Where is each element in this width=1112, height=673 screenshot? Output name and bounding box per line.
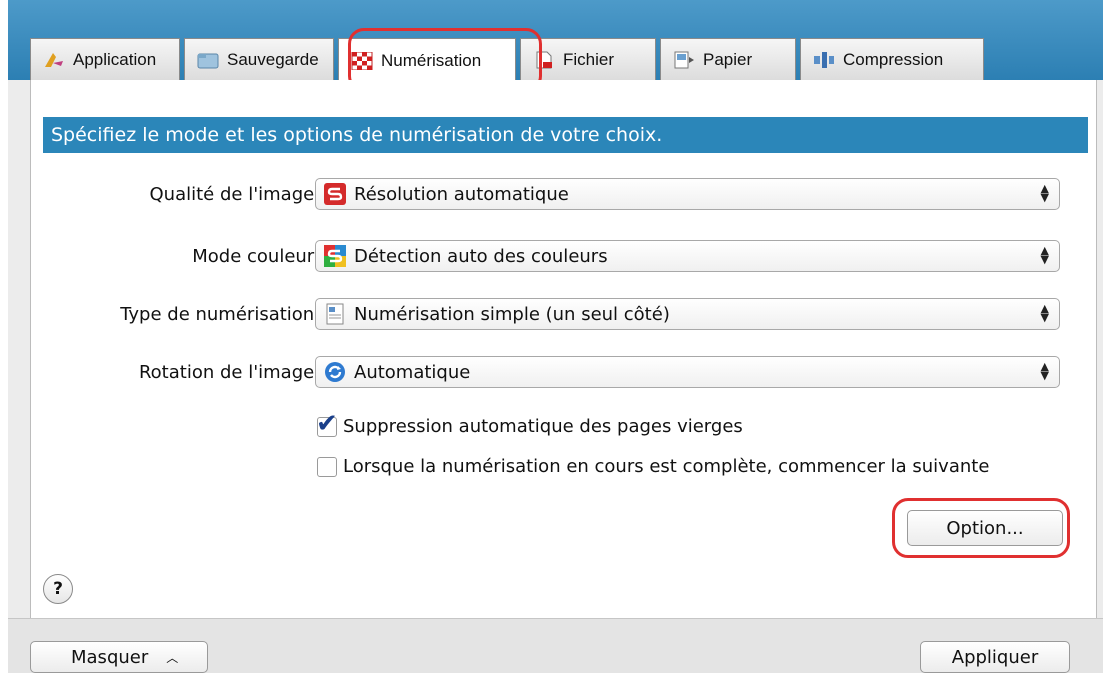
color-row: Mode couleur : Détection auto des couleu… xyxy=(31,240,1096,274)
continue-scan-checkbox[interactable] xyxy=(317,456,337,477)
quality-row: Qualité de l'image : Résolution automati… xyxy=(31,178,1096,212)
help-button[interactable]: ? xyxy=(43,574,73,604)
instruction-banner: Spécifiez le mode et les options de numé… xyxy=(43,117,1088,153)
single-side-icon xyxy=(326,303,344,325)
tab-label: Sauvegarde xyxy=(227,49,319,69)
apply-button[interactable]: Appliquer xyxy=(920,641,1070,673)
blank-pages-option[interactable]: ✔ Suppression automatique des pages vier… xyxy=(316,409,743,439)
hide-button-label: Masquer xyxy=(71,646,149,668)
checkmark-icon: ✔ xyxy=(316,408,338,439)
tab-label: Fichier xyxy=(563,49,615,69)
chevron-updown-icon: ▲ ▼ xyxy=(1040,244,1049,266)
rotation-value: Automatique xyxy=(354,361,471,383)
blank-pages-label: Suppression automatique des pages vierge… xyxy=(343,416,743,437)
option-highlight-ring xyxy=(892,498,1070,558)
rotate-icon xyxy=(325,362,345,382)
rotation-label: Rotation de l'image : xyxy=(138,362,326,383)
quality-label: Qualité de l'image : xyxy=(149,184,326,205)
color-value: Détection auto des couleurs xyxy=(354,245,608,267)
color-detect-icon xyxy=(324,245,346,267)
color-select[interactable]: Détection auto des couleurs ▲ ▼ xyxy=(315,240,1060,272)
chevron-updown-icon: ▲ ▼ xyxy=(1040,360,1049,382)
tab-label: Papier xyxy=(703,49,753,69)
resolution-icon xyxy=(324,183,346,205)
continue-scan-option[interactable]: Lorsque la numérisation en cours est com… xyxy=(317,456,989,477)
chevron-updown-icon: ▲ ▼ xyxy=(1040,182,1049,204)
scan-type-select[interactable]: Numérisation simple (un seul côté) ▲ ▼ xyxy=(315,298,1060,330)
tab-label: Application xyxy=(73,49,157,69)
scan-settings-window: Application Sauvegarde Numérisation Fich… xyxy=(8,0,1103,673)
rotation-row: Rotation de l'image : Automatique ▲ ▼ xyxy=(31,356,1096,390)
scan-type-row: Type de numérisation : Numérisation simp… xyxy=(31,298,1096,332)
chevron-up-icon: ︿ xyxy=(166,650,179,665)
tab-compression[interactable]: Compression xyxy=(800,38,984,80)
rotation-select[interactable]: Automatique ▲ ▼ xyxy=(315,356,1060,388)
quality-select[interactable]: Résolution automatique ▲ ▼ xyxy=(315,178,1060,210)
tab-sauvegarde[interactable]: Sauvegarde xyxy=(184,38,334,80)
bottom-bar: Masquer ︿ Appliquer xyxy=(8,618,1103,673)
color-label: Mode couleur : xyxy=(192,246,326,267)
chevron-updown-icon: ▲ ▼ xyxy=(1040,302,1049,324)
application-icon xyxy=(45,52,63,67)
scan-type-label: Type de numérisation : xyxy=(120,304,326,325)
hide-button[interactable]: Masquer ︿ xyxy=(30,641,208,673)
scan-type-value: Numérisation simple (un seul côté) xyxy=(354,303,670,325)
blank-pages-checkbox[interactable]: ✔ xyxy=(316,409,338,439)
continue-scan-label: Lorsque la numérisation en cours est com… xyxy=(343,456,990,477)
paper-icon xyxy=(674,51,694,68)
tab-papier[interactable]: Papier xyxy=(660,38,796,80)
compression-icon xyxy=(814,51,834,68)
folder-icon xyxy=(197,53,219,68)
tab-label: Compression xyxy=(843,49,944,69)
tab-application[interactable]: Application xyxy=(30,38,180,80)
quality-value: Résolution automatique xyxy=(354,183,569,205)
